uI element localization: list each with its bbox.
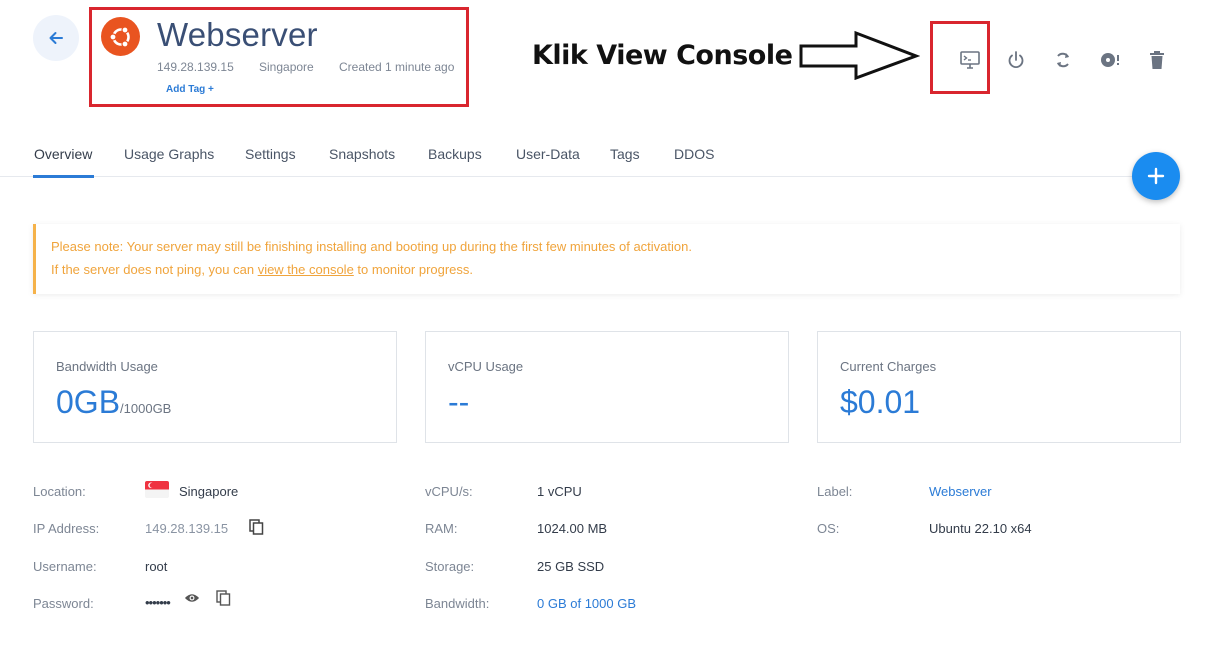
server-title: Webserver <box>157 16 318 53</box>
card-value: 0GB/1000GB <box>56 384 171 421</box>
copy-icon <box>248 519 263 535</box>
charges-value: $0.01 <box>840 384 921 420</box>
bandwidth-value: 0GB <box>56 384 121 420</box>
bandwidth-unit: /1000GB <box>120 401 172 416</box>
eye-icon <box>184 594 200 602</box>
server-ip: 149.28.139.15 <box>157 60 234 74</box>
singapore-flag-icon <box>145 481 169 498</box>
label-label: Label: <box>817 484 853 499</box>
vcpu-value: -- <box>448 384 470 420</box>
tab-overview[interactable]: Overview <box>34 146 92 162</box>
add-button[interactable] <box>1132 152 1180 200</box>
tab-settings[interactable]: Settings <box>245 146 296 162</box>
bandwidth-label: Bandwidth: <box>425 596 490 611</box>
copy-icon <box>215 590 230 606</box>
storage-value: 25 GB SSD <box>537 559 605 574</box>
annotation-text: Klik View Console <box>532 40 793 71</box>
storage-label: Storage: <box>425 559 475 574</box>
copy-password-button[interactable] <box>215 590 231 606</box>
back-button[interactable] <box>33 15 79 61</box>
ubuntu-logo-icon <box>101 17 140 56</box>
view-console-button[interactable] <box>958 48 982 72</box>
tab-tags[interactable]: Tags <box>610 146 640 162</box>
notice-line-1: Please note: Your server may still be fi… <box>51 239 692 254</box>
current-charges-card: Current Charges $0.01 <box>817 331 1181 443</box>
location-label: Location: <box>33 484 86 499</box>
tab-bar: Overview Usage Graphs Settings Snapshots… <box>0 134 1180 177</box>
password-label: Password: <box>33 596 94 611</box>
ip-address-value: 149.28.139.15 <box>145 521 229 536</box>
restart-icon <box>1057 52 1069 68</box>
copy-ip-button[interactable] <box>248 519 264 535</box>
os-label: OS: <box>817 521 840 536</box>
tab-snapshots[interactable]: Snapshots <box>329 146 395 162</box>
card-label: Bandwidth Usage <box>56 359 158 374</box>
username-value: root <box>145 559 168 574</box>
power-button[interactable] <box>1004 48 1028 72</box>
password-value: ••••••• <box>145 595 171 610</box>
add-tag-link[interactable]: Add Tag + <box>166 84 214 95</box>
vcpu-usage-card: vCPU Usage -- <box>425 331 789 443</box>
arrow-right-icon <box>799 30 920 80</box>
trash-icon <box>1150 51 1164 69</box>
server-region: Singapore <box>259 60 314 74</box>
tab-backups[interactable]: Backups <box>428 146 482 162</box>
ram-value: 1024.00 MB <box>537 521 608 536</box>
bandwidth-value-link[interactable]: 0 GB of 1000 GB <box>537 596 636 611</box>
restart-button[interactable] <box>1051 48 1075 72</box>
tab-user-data[interactable]: User-Data <box>516 146 580 162</box>
os-value: Ubuntu 22.10 x64 <box>929 521 1032 536</box>
view-console-link[interactable]: view the console <box>258 262 354 277</box>
tab-usage-graphs[interactable]: Usage Graphs <box>124 146 214 162</box>
ip-address-label: IP Address: <box>33 521 100 536</box>
tab-ddos[interactable]: DDOS <box>674 146 714 162</box>
vcpus-label: vCPU/s: <box>425 484 473 499</box>
show-password-button[interactable] <box>184 590 200 606</box>
active-tab-indicator <box>33 175 94 178</box>
notice-text-suffix: to monitor progress. <box>353 262 474 277</box>
notice-text-prefix: If the server does not ping, you can <box>51 262 258 277</box>
card-label: vCPU Usage <box>448 359 524 374</box>
label-value-link[interactable]: Webserver <box>929 484 992 499</box>
iso-disc-icon <box>1101 53 1119 67</box>
ram-label: RAM: <box>425 521 458 536</box>
plus-icon <box>1147 167 1165 185</box>
bandwidth-usage-card: Bandwidth Usage 0GB/1000GB <box>33 331 397 443</box>
location-value: Singapore <box>179 484 239 499</box>
card-label: Current Charges <box>840 359 937 374</box>
iso-button[interactable] <box>1098 48 1122 72</box>
username-label: Username: <box>33 559 97 574</box>
arrow-left-icon <box>49 32 63 44</box>
server-created: Created 1 minute ago <box>339 60 455 74</box>
notice-line-2: If the server does not ping, you can vie… <box>51 262 473 277</box>
console-icon <box>960 51 980 69</box>
power-icon <box>1008 51 1024 69</box>
vcpus-value: 1 vCPU <box>537 484 582 499</box>
delete-button[interactable] <box>1145 48 1169 72</box>
activation-notice: Please note: Your server may still be fi… <box>33 224 1180 294</box>
